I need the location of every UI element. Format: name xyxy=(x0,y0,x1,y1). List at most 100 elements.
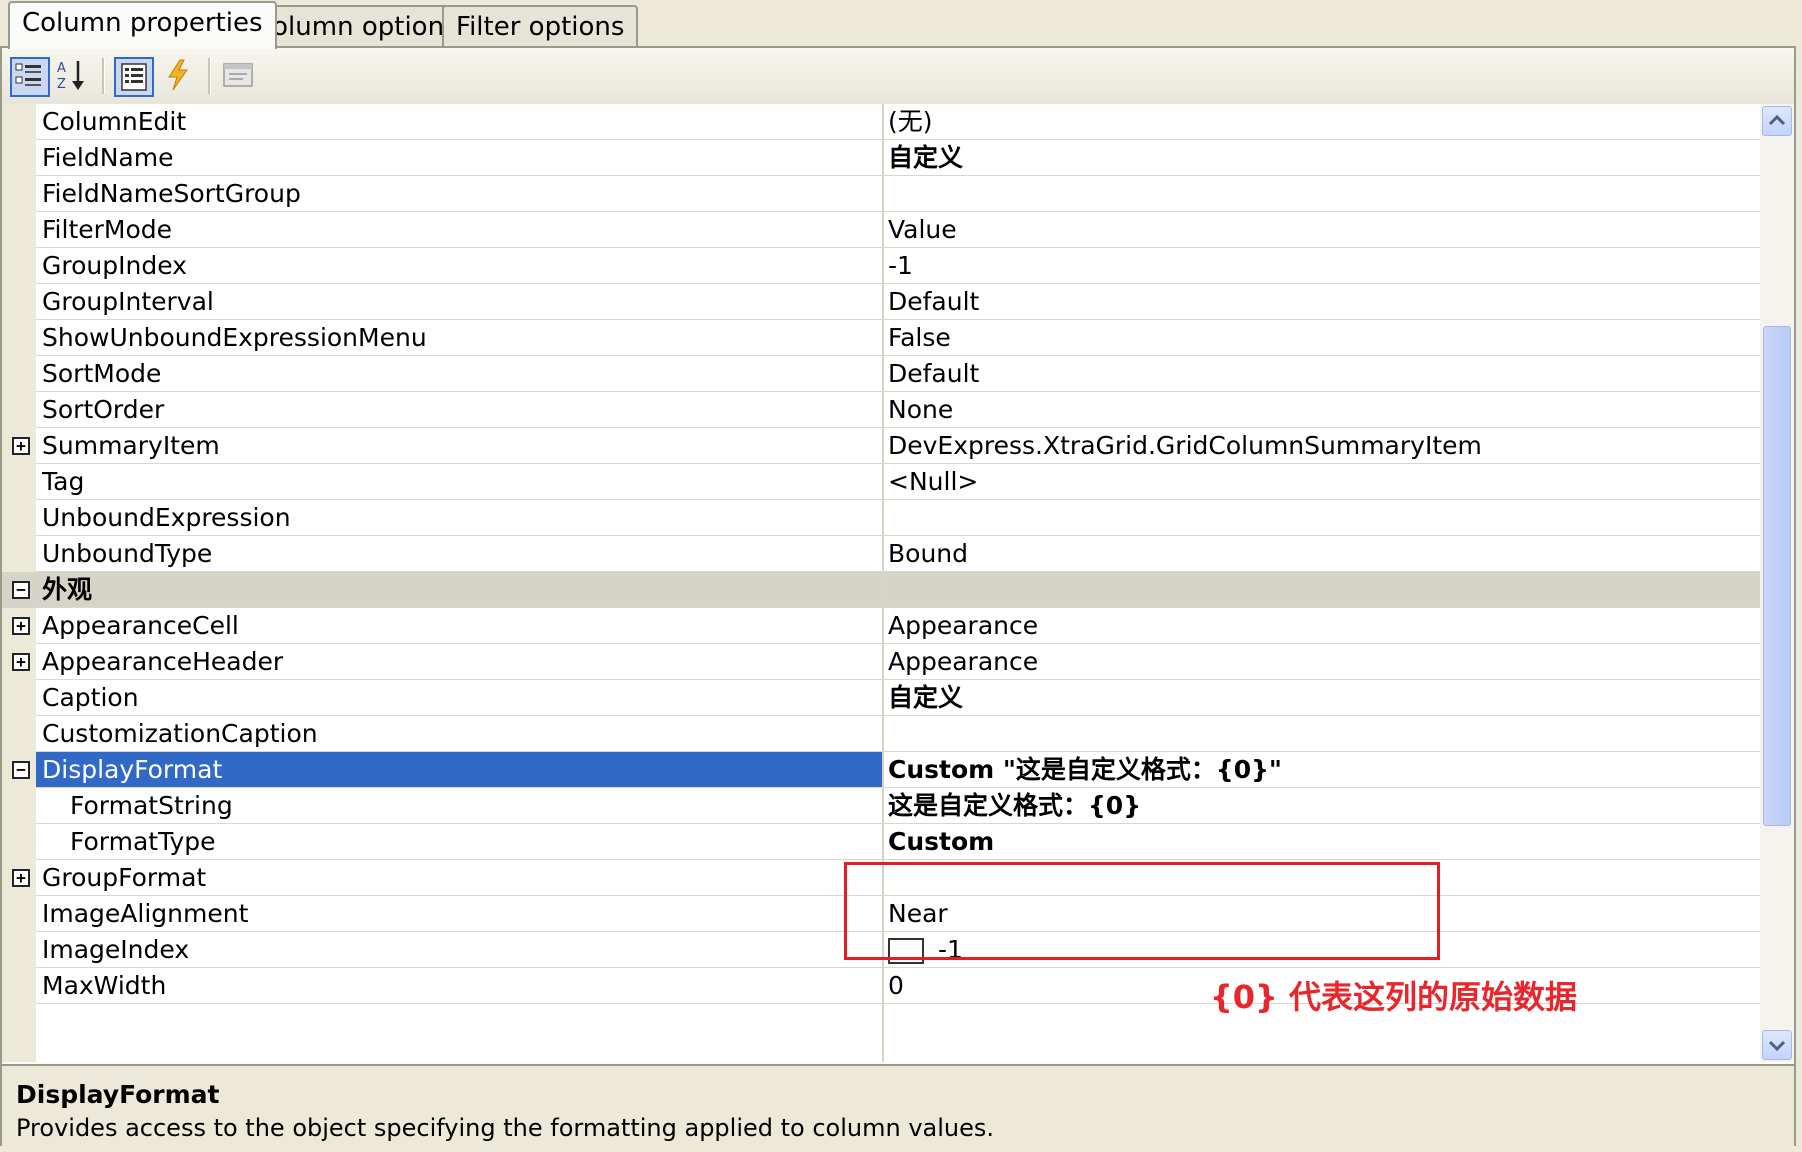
property-value[interactable]: (无) xyxy=(888,104,933,139)
scroll-thumb[interactable] xyxy=(1763,326,1791,826)
property-row[interactable]: SortMode Default xyxy=(2,356,1760,392)
expand-icon[interactable]: + xyxy=(12,437,30,455)
property-name: FilterMode xyxy=(42,215,173,244)
property-row[interactable]: Tag <Null> xyxy=(2,464,1760,500)
chevron-up-icon xyxy=(1768,114,1786,126)
property-row[interactable]: + SummaryItem DevExpress.XtraGrid.GridColu… xyxy=(2,428,1760,464)
highlight-box xyxy=(844,862,1440,960)
svg-text:Z: Z xyxy=(57,77,66,92)
property-value[interactable]: Bound xyxy=(888,536,968,571)
chevron-down-icon xyxy=(1768,1040,1786,1052)
property-value[interactable]: Custom xyxy=(888,824,994,859)
property-row[interactable]: + AppearanceHeader Appearance xyxy=(2,644,1760,680)
property-row[interactable]: GroupInterval Default xyxy=(2,284,1760,320)
property-name: UnboundType xyxy=(42,539,213,568)
property-name: SortOrder xyxy=(42,395,165,424)
property-row[interactable]: + AppearanceCell Appearance xyxy=(2,608,1760,644)
property-name: ImageIndex xyxy=(42,935,190,964)
property-row[interactable]: FieldName 自定义 xyxy=(2,140,1760,176)
property-row[interactable]: GroupIndex -1 xyxy=(2,248,1760,284)
property-name: AppearanceCell xyxy=(42,611,239,640)
property-value[interactable]: <Null> xyxy=(888,464,978,499)
property-value[interactable]: Default xyxy=(888,356,979,391)
property-name: FieldName xyxy=(42,143,174,172)
property-value[interactable]: -1 xyxy=(888,248,913,283)
property-name: AppearanceHeader xyxy=(42,647,284,676)
property-value[interactable]: False xyxy=(888,320,951,355)
tab-strip: Column properties Column options Filter … xyxy=(0,0,1802,49)
property-name: GroupFormat xyxy=(42,863,207,892)
property-value[interactable]: 自定义 xyxy=(888,680,963,715)
tab-filter-options[interactable]: Filter options xyxy=(442,5,639,46)
property-name: 外观 xyxy=(42,575,93,604)
collapse-icon[interactable]: − xyxy=(12,581,30,599)
property-value[interactable]: DevExpress.XtraGrid.GridColumnSummaryIte… xyxy=(888,428,1482,463)
property-name: SummaryItem xyxy=(42,431,220,460)
property-row[interactable]: FormatType Custom xyxy=(2,824,1760,860)
property-name: FormatString xyxy=(70,791,233,820)
property-grid-panel: A Z ColumnEdit (无) FieldName 自定义 FieldNa… xyxy=(0,46,1796,1146)
property-name: ShowUnboundExpressionMenu xyxy=(42,323,427,352)
property-name: Tag xyxy=(42,467,85,496)
property-row[interactable]: ShowUnboundExpressionMenu False xyxy=(2,320,1760,356)
properties-button[interactable] xyxy=(114,57,154,97)
vertical-scrollbar[interactable] xyxy=(1760,104,1794,1062)
property-row[interactable]: SortOrder None xyxy=(2,392,1760,428)
expand-icon[interactable]: + xyxy=(12,653,30,671)
property-name: ColumnEdit xyxy=(42,107,187,136)
property-row[interactable]: FormatString 这是自定义格式：{0} xyxy=(2,788,1760,824)
property-toolbar: A Z xyxy=(2,48,1794,104)
svg-text:A: A xyxy=(57,61,66,76)
property-row[interactable]: FieldNameSortGroup xyxy=(2,176,1760,212)
property-name: GroupIndex xyxy=(42,251,187,280)
alphabetical-button[interactable]: A Z xyxy=(54,57,94,97)
property-value[interactable]: Value xyxy=(888,212,957,247)
property-value[interactable]: Appearance xyxy=(888,644,1038,679)
categorized-icon xyxy=(15,63,41,86)
property-name: FieldNameSortGroup xyxy=(42,179,301,208)
property-row[interactable]: UnboundType Bound xyxy=(2,536,1760,572)
property-pages-icon xyxy=(223,63,253,87)
toolbar-separator xyxy=(102,58,105,94)
property-row[interactable]: − DisplayFormat Custom "这是自定义格式：{0}" xyxy=(2,752,1760,788)
description-pane: DisplayFormat Provides access to the obj… xyxy=(2,1064,1794,1146)
property-value[interactable]: 自定义 xyxy=(888,140,963,175)
events-lightning-icon xyxy=(168,59,188,91)
toolbar-separator xyxy=(208,58,211,94)
expand-icon[interactable]: + xyxy=(12,869,30,887)
property-row[interactable]: FilterMode Value xyxy=(2,212,1760,248)
annotation-text: {0} 代表这列的原始数据 xyxy=(1210,978,1577,1016)
property-row[interactable]: UnboundExpression xyxy=(2,500,1760,536)
properties-icon xyxy=(121,63,147,91)
property-name: MaxWidth xyxy=(42,971,167,1000)
expand-icon[interactable]: + xyxy=(12,617,30,635)
tab-column-properties[interactable]: Column properties xyxy=(8,1,277,49)
property-pages-button[interactable] xyxy=(220,57,260,97)
scroll-up-button[interactable] xyxy=(1762,106,1792,136)
property-name: ImageAlignment xyxy=(42,899,249,928)
categorized-button[interactable] xyxy=(10,57,50,97)
category-row[interactable]: − 外观 xyxy=(2,572,1760,608)
alphabetical-sort-icon: A Z xyxy=(57,61,84,92)
property-name: CustomizationCaption xyxy=(42,719,318,748)
property-name: FormatType xyxy=(70,827,216,856)
property-row[interactable]: Caption 自定义 xyxy=(2,680,1760,716)
property-value[interactable]: None xyxy=(888,392,953,427)
property-name: Caption xyxy=(42,683,139,712)
property-name: SortMode xyxy=(42,359,162,388)
description-title: DisplayFormat xyxy=(16,1080,220,1109)
scroll-down-button[interactable] xyxy=(1762,1030,1792,1060)
property-value[interactable]: 这是自定义格式：{0} xyxy=(888,788,1141,823)
property-value[interactable]: Custom "这是自定义格式：{0}" xyxy=(888,752,1282,787)
collapse-icon[interactable]: − xyxy=(12,761,30,779)
property-value[interactable]: 0 xyxy=(888,968,904,1003)
property-row[interactable]: CustomizationCaption xyxy=(2,716,1760,752)
description-text: Provides access to the object specifying… xyxy=(16,1114,995,1142)
property-value[interactable]: Default xyxy=(888,284,979,319)
property-value[interactable]: Appearance xyxy=(888,608,1038,643)
property-name: GroupInterval xyxy=(42,287,214,316)
property-row[interactable]: ColumnEdit (无) xyxy=(2,104,1760,140)
property-grid: ColumnEdit (无) FieldName 自定义 FieldNameSortGr… xyxy=(2,104,1760,1062)
property-name: DisplayFormat xyxy=(36,752,884,787)
events-button[interactable] xyxy=(160,57,200,97)
